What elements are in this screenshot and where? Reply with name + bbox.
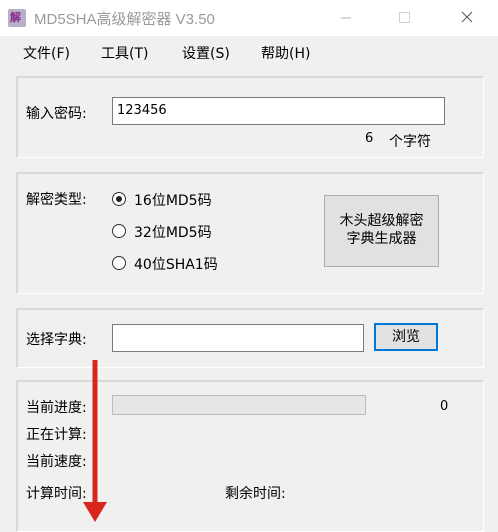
password-input[interactable]: 123456 <box>112 97 445 125</box>
window-title: MD5SHA高级解密器 V3.50 <box>34 11 215 28</box>
progress-value: 0 <box>440 399 449 414</box>
radio-button-checked[interactable] <box>112 192 126 206</box>
menu-file[interactable]: 文件(F) <box>21 43 72 63</box>
computing-label: 正在计算: <box>26 427 87 443</box>
dictionary-generator-button[interactable]: 木头超级解密 字典生成器 <box>324 195 439 267</box>
close-button[interactable] <box>444 0 490 36</box>
menu-tools[interactable]: 工具(T) <box>99 43 150 63</box>
dictionary-path-input[interactable] <box>112 324 364 352</box>
radio-label-md5-16: 16位MD5码 <box>134 193 212 209</box>
close-icon <box>461 11 473 23</box>
progress-bar <box>112 395 366 415</box>
minimize-button[interactable] <box>323 0 369 36</box>
radio-button[interactable] <box>112 256 126 270</box>
decrypt-type-label: 解密类型: <box>26 192 87 208</box>
dictionary-label: 选择字典: <box>26 332 87 348</box>
progress-label: 当前进度: <box>26 400 87 416</box>
maximize-icon <box>399 12 410 23</box>
char-count: 6 <box>365 131 374 146</box>
arrow-head <box>83 502 107 522</box>
menu-help[interactable]: 帮助(H) <box>259 43 312 63</box>
password-label: 输入密码: <box>26 106 87 122</box>
speed-label: 当前速度: <box>26 454 87 470</box>
radio-label-md5-32: 32位MD5码 <box>134 225 212 241</box>
minimize-icon <box>341 17 351 19</box>
down-arrow-icon <box>83 360 107 522</box>
remaining-time-label: 剩余时间: <box>225 486 286 502</box>
browse-button[interactable]: 浏览 <box>374 323 438 351</box>
maximize-button[interactable] <box>381 0 427 36</box>
menu-settings[interactable]: 设置(S) <box>180 43 232 63</box>
title-bar: 解 MD5SHA高级解密器 V3.50 <box>0 0 498 36</box>
app-logo-icon: 解 <box>8 9 26 27</box>
generator-button-line1: 木头超级解密 <box>339 213 424 229</box>
elapsed-time-label: 计算时间: <box>26 486 87 502</box>
radio-button[interactable] <box>112 224 126 238</box>
char-count-suffix: 个字符 <box>389 134 431 150</box>
menu-bar: 文件(F) 工具(T) 设置(S) 帮助(H) <box>0 36 498 68</box>
radio-label-sha1-40: 40位SHA1码 <box>134 257 218 273</box>
generator-button-line2: 字典生成器 <box>346 231 417 247</box>
